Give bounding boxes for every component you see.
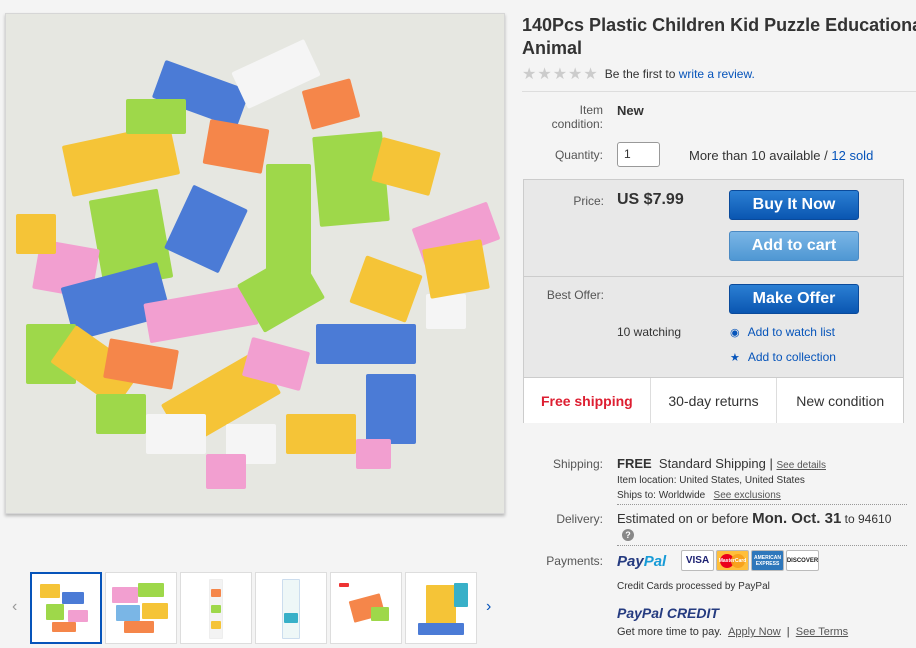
thumbnail-4[interactable] (255, 572, 327, 644)
write-review-link[interactable]: write a review. (679, 67, 755, 81)
eye-icon: ◉ (730, 326, 740, 339)
price-label: Price: (573, 194, 604, 208)
price-box: Price: US $7.99 Buy It Now Add to cart B… (523, 179, 904, 423)
star-icon: ★ (552, 66, 568, 83)
best-offer-label: Best Offer: (546, 288, 604, 302)
feature-returns: 30-day returns (651, 378, 778, 423)
price-value: US $7.99 (617, 191, 684, 208)
apply-now-link[interactable]: Apply Now (728, 626, 781, 638)
availability: More than 10 available / 12 sold (689, 148, 874, 163)
feature-condition: New condition (796, 392, 885, 409)
add-to-cart-button[interactable]: Add to cart (729, 231, 859, 261)
shipping-value: FREE Standard Shipping | See details (617, 456, 826, 471)
divider (522, 91, 916, 92)
buy-it-now-button[interactable]: Buy It Now (729, 190, 859, 220)
watching-count: 10 watching (617, 325, 682, 339)
thumbnail-6[interactable] (405, 572, 477, 644)
mastercard-icon: MasterCard (716, 550, 749, 571)
visa-card-icon: VISA (681, 550, 714, 571)
product-title: 140Pcs Plastic Children Kid Puzzle Educa… (522, 15, 916, 58)
condition-value: New (617, 103, 644, 118)
see-exclusions-link[interactable]: See exclusions (714, 490, 781, 501)
chevron-left-icon[interactable]: ‹ (12, 598, 17, 616)
ships-to: Ships to: Worldwide See exclusions (617, 490, 781, 501)
amex-card-icon: AMERICAN EXPRESS (751, 550, 784, 571)
see-terms-link[interactable]: See Terms (796, 626, 848, 638)
star-icon: ★ (568, 66, 583, 83)
quantity-label: Quantity: (554, 148, 603, 162)
thumbnail-1[interactable] (30, 572, 102, 644)
divider (617, 504, 907, 505)
item-location: Item location: United States, United Sta… (617, 475, 805, 486)
divider (524, 276, 903, 277)
cards-note: Credit Cards processed by PayPal (617, 581, 770, 592)
delivery-label: Delivery: (556, 512, 603, 526)
paypal-credit-logo: PayPal CREDIT (617, 605, 719, 621)
main-product-image[interactable] (5, 13, 505, 514)
discover-card-icon: DISCOVER (786, 550, 819, 571)
paypal-credit-text: Get more time to pay. Apply Now | See Te… (617, 626, 849, 638)
delivery-estimate: Estimated on or before Mon. Oct. 31 to 9… (617, 510, 892, 527)
shipping-label: Shipping: (552, 457, 603, 471)
thumbnail-5[interactable] (330, 572, 402, 644)
payments-label: Payments: (546, 554, 603, 568)
thumbnail-3[interactable] (180, 572, 252, 644)
make-offer-button[interactable]: Make Offer (729, 284, 859, 314)
star-icon: ★ (537, 66, 552, 83)
star-collection-icon: ★ (730, 351, 740, 364)
help-icon[interactable]: ? (622, 529, 634, 541)
sold-link[interactable]: 12 sold (831, 148, 873, 163)
rating-prompt: Be the first to write a review. (604, 67, 755, 81)
rating-row: ★ ★ ★ ★ ★ Be the first to write a review… (522, 64, 755, 84)
features-bar: Free shipping 30-day returns New conditi… (524, 377, 903, 423)
chevron-right-icon[interactable]: › (486, 598, 491, 616)
add-to-watch-list-link[interactable]: ◉ Add to watch list (730, 325, 835, 339)
feature-free-shipping: Free shipping (524, 378, 651, 423)
paypal-logo: PayPal (617, 553, 667, 570)
star-icon: ★ (583, 66, 598, 83)
divider (617, 545, 907, 546)
see-details-link[interactable]: See details (777, 460, 826, 471)
star-icon: ★ (522, 66, 537, 83)
add-to-collection-link[interactable]: ★ Add to collection (730, 350, 836, 364)
thumbnail-2[interactable] (105, 572, 177, 644)
condition-label: Item condition: (551, 103, 603, 131)
thumbnail-strip: ‹ › (0, 570, 510, 648)
quantity-input[interactable]: 1 (617, 142, 660, 167)
